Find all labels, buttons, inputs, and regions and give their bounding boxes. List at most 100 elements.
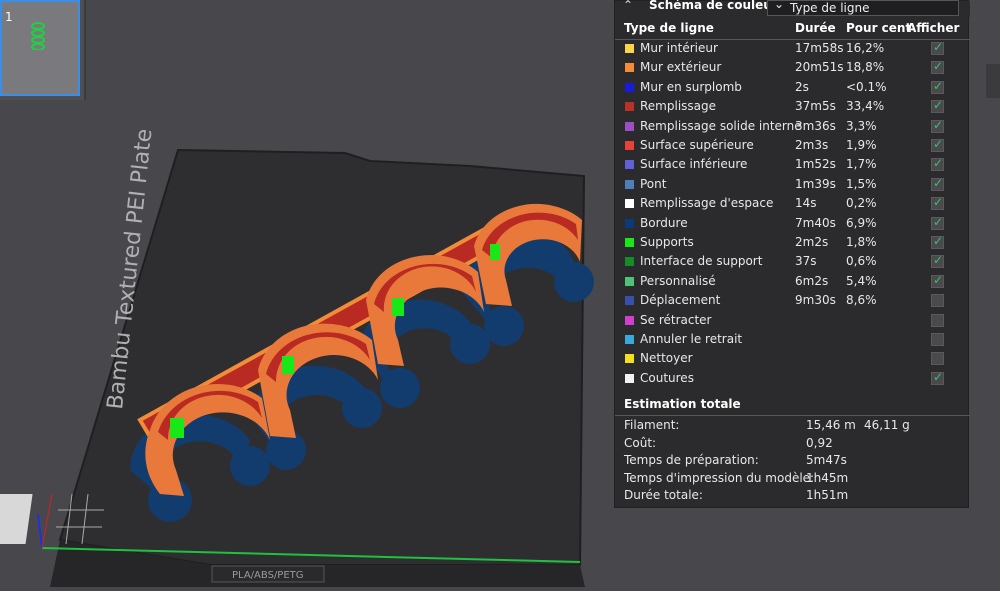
duration-value: 2m2s — [795, 235, 829, 249]
percent-value: 18,8% — [846, 60, 885, 75]
duration-value: 7m40s — [795, 215, 836, 230]
estimate-value: 0,92 — [806, 435, 833, 450]
duration-value: 20m51s — [795, 60, 844, 75]
legend-row: Supports 2m2s 1,8% — [615, 233, 970, 252]
color-swatch — [625, 160, 634, 170]
legend-row: Remplissage d'espace 14s 0,2% — [615, 194, 970, 213]
line-type-label: Remplissage d'espace — [640, 196, 774, 211]
legend-row: Annuler le retrait — [615, 330, 970, 349]
legend-title: Schéma de couleur — [649, 0, 778, 12]
percent-value: 1,5% — [846, 176, 877, 191]
line-type-label: Remplissage solide interne — [640, 118, 802, 133]
legend-row: Remplissage 37m5s 33,4% — [615, 97, 970, 116]
chevron-down-icon: ⌄ — [774, 0, 785, 11]
column-show: Afficher — [907, 21, 960, 35]
line-type-label: Déplacement — [640, 293, 721, 308]
estimate-row: Temps de préparation: 5m47s — [615, 452, 970, 470]
show-checkbox[interactable] — [931, 137, 944, 152]
estimate-value: 15,46 m — [806, 418, 856, 432]
color-swatch — [625, 373, 634, 383]
collapse-chevron-icon[interactable]: ⌃ — [623, 0, 633, 12]
duration-value: 37s — [795, 254, 817, 269]
legend-row: Déplacement 9m30s 8,6% — [615, 291, 970, 310]
line-type-label: Bordure — [640, 215, 688, 230]
legend-row: Personnalisé 6m2s 5,4% — [615, 272, 970, 291]
legend-row: Nettoyer — [615, 349, 970, 368]
line-type-label: Interface de support — [640, 254, 763, 269]
show-checkbox[interactable] — [931, 370, 944, 385]
line-type-label: Surface supérieure — [640, 138, 754, 152]
column-percent: Pour cent — [846, 21, 912, 35]
color-swatch — [625, 141, 634, 150]
estimate-value: 1h45m — [806, 470, 849, 485]
show-checkbox[interactable] — [931, 79, 944, 94]
line-type-label: Annuler le retrait — [640, 332, 743, 346]
percent-value: 0,6% — [846, 254, 877, 269]
show-checkbox[interactable] — [931, 234, 944, 249]
y-axis — [41, 493, 53, 549]
show-checkbox[interactable] — [931, 253, 944, 269]
estimate-value: 1h51m — [806, 488, 849, 503]
color-swatch — [625, 218, 634, 228]
line-type-label: Coutures — [640, 370, 694, 385]
color-swatch — [625, 276, 634, 286]
duration-value: 9m30s — [795, 293, 836, 308]
percent-value: 1,8% — [846, 235, 877, 249]
color-swatch — [625, 179, 634, 189]
color-scheme-select[interactable]: ⌄ Type de ligne — [767, 0, 959, 16]
show-checkbox[interactable] — [931, 313, 944, 327]
thumbnail-model-icon — [31, 22, 45, 50]
line-type-label: Mur extérieur — [640, 60, 722, 75]
legend-row: Surface supérieure 2m3s 1,9% — [615, 136, 970, 155]
percent-value: 1,9% — [846, 138, 877, 152]
line-type-label: Mur en surplomb — [640, 79, 742, 94]
percent-value: 6,9% — [846, 215, 877, 230]
color-swatch — [625, 315, 634, 325]
line-type-label: Personnalisé — [640, 273, 716, 288]
estimate-value-secondary: 46,11 g — [864, 418, 910, 432]
divider — [615, 415, 970, 416]
estimate-title: Estimation totale — [624, 397, 741, 411]
estimate-row: Durée totale: 1h51m — [615, 487, 970, 505]
show-checkbox[interactable] — [931, 118, 944, 133]
estimate-key: Filament: — [624, 418, 680, 432]
estimate-key: Temps de préparation: — [624, 453, 759, 468]
duration-value: 37m5s — [795, 99, 836, 114]
line-type-label: Remplissage — [640, 99, 717, 114]
show-checkbox[interactable] — [931, 195, 944, 211]
column-duration: Durée — [795, 21, 836, 35]
legend-row: Bordure 7m40s 6,9% — [615, 214, 970, 233]
percent-value: 1,7% — [846, 157, 877, 172]
percent-value: 3,3% — [846, 118, 877, 133]
layer-slider-tab[interactable] — [986, 64, 1000, 98]
show-checkbox[interactable] — [931, 40, 944, 55]
estimate-key: Durée totale: — [624, 488, 703, 503]
estimate-key: Coût: — [624, 435, 657, 450]
color-swatch — [625, 238, 634, 247]
show-checkbox[interactable] — [931, 273, 944, 288]
duration-value: 17m58s — [795, 41, 844, 55]
plate-thumbnail-strip: 1 — [0, 0, 86, 100]
estimate-row: Temps d'impression du modèle: 1h45m — [615, 470, 970, 488]
legend-row: Mur intérieur 17m58s 16,2% — [615, 39, 970, 58]
show-checkbox[interactable] — [931, 333, 944, 346]
show-checkbox[interactable] — [931, 98, 944, 114]
color-swatch — [625, 335, 634, 344]
legend-table-header: Type de ligne Durée Pour cent Afficher — [615, 19, 970, 39]
show-checkbox[interactable] — [931, 294, 944, 308]
duration-value: 2m3s — [795, 138, 829, 152]
show-checkbox[interactable] — [931, 176, 944, 191]
show-checkbox[interactable] — [931, 59, 944, 75]
plate-thumbnail[interactable]: 1 — [0, 0, 80, 96]
legend-row: Surface inférieure 1m52s 1,7% — [615, 155, 970, 174]
percent-value: 0,2% — [846, 196, 877, 211]
color-swatch — [625, 354, 634, 364]
color-swatch — [625, 296, 634, 306]
show-checkbox[interactable] — [931, 215, 944, 230]
line-type-label: Pont — [640, 176, 667, 191]
show-checkbox[interactable] — [931, 156, 944, 172]
duration-value: 14s — [795, 196, 817, 211]
percent-value: 8,6% — [846, 293, 877, 308]
show-checkbox[interactable] — [931, 352, 944, 366]
estimate-value: 5m47s — [806, 453, 847, 468]
